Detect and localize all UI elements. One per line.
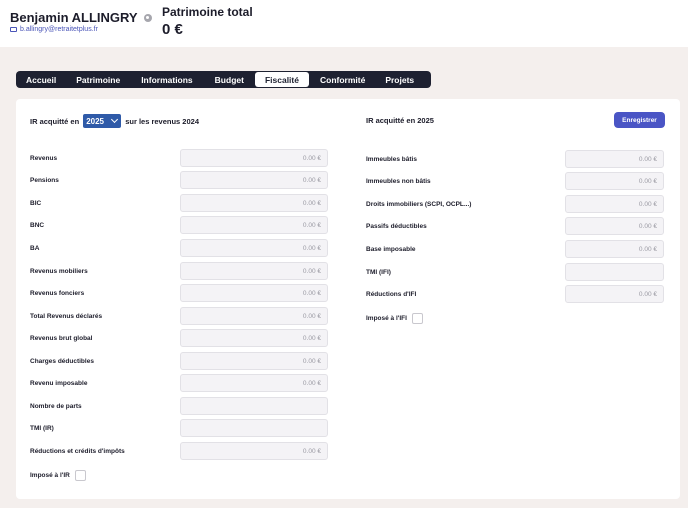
ir-title-suffix: sur les revenus 2024	[125, 116, 199, 126]
ifi-field-row: Immeubles non bâtis	[366, 172, 666, 190]
tab-informations[interactable]: Informations	[131, 72, 203, 87]
ifi-field-label: Réductions d'IFI	[366, 290, 417, 298]
ifi-field-row: Passifs déductibles	[366, 217, 666, 235]
tab-budget[interactable]: Budget	[204, 72, 255, 87]
ir-field-label: Revenus	[30, 154, 58, 162]
reductions-ifi-input[interactable]	[565, 285, 664, 303]
impose-ir-row: Imposé à l'IR	[30, 469, 86, 481]
gear-icon[interactable]	[143, 13, 152, 22]
client-email-text[interactable]: b.allingry@retraitetplus.fr	[20, 26, 98, 33]
bic-input[interactable]	[180, 194, 328, 212]
ifi-field-label: TMI (IFI)	[366, 268, 391, 276]
ifi-field-row: Droits immobiliers (SCPI, OCPL...)	[366, 195, 666, 213]
main-tabs: Accueil Patrimoine Informations Budget F…	[16, 71, 431, 88]
client-email[interactable]: b.allingry@retraitetplus.fr	[10, 26, 98, 33]
tmi-ifi-input[interactable]	[565, 263, 664, 281]
client-name: Benjamin ALLINGRY	[10, 10, 152, 25]
base-imposable-input[interactable]	[565, 240, 664, 258]
impose-ifi-row: Imposé à l'IFI	[366, 312, 423, 324]
tab-fiscalite[interactable]: Fiscalité	[254, 72, 309, 87]
ir-field-row: BA	[30, 239, 330, 257]
ir-field-label: BNC	[30, 221, 45, 229]
impose-ir-checkbox[interactable]	[74, 469, 86, 481]
ir-field-label: Nombre de parts	[30, 402, 82, 410]
ifi-field-label: Base imposable	[366, 245, 416, 253]
ir-title-prefix: IR acquitté en	[30, 116, 80, 126]
ir-section-title: IR acquitté en 2025 sur les revenus 2024	[30, 114, 199, 128]
ir-field-label: Pensions	[30, 176, 59, 184]
droits-immobiliers-input[interactable]	[565, 195, 664, 213]
revenus-mobiliers-input[interactable]	[180, 262, 328, 280]
ir-field-label: BIC	[30, 199, 42, 207]
ir-field-row: Total Revenus déclarés	[30, 307, 330, 325]
client-name-text: Benjamin ALLINGRY	[10, 10, 138, 25]
passifs-deductibles-input[interactable]	[565, 217, 664, 235]
nombre-parts-input[interactable]	[180, 397, 328, 415]
ir-field-row: Revenus fonciers	[30, 284, 330, 302]
ir-field-row: Réductions et crédits d'impôts	[30, 442, 330, 460]
save-button[interactable]: Enregistrer	[614, 112, 665, 128]
bnc-input[interactable]	[180, 216, 328, 234]
total-revenus-input[interactable]	[180, 307, 328, 325]
ir-field-label: Total Revenus déclarés	[30, 312, 103, 320]
ir-field-label: Revenus mobiliers	[30, 267, 88, 275]
ir-field-row: Pensions	[30, 171, 330, 189]
ir-field-row: Charges déductibles	[30, 352, 330, 370]
impose-ifi-checkbox[interactable]	[411, 312, 423, 324]
ir-field-row: Nombre de parts	[30, 397, 330, 415]
immeubles-non-batis-input[interactable]	[565, 172, 664, 190]
revenu-imposable-input[interactable]	[180, 374, 328, 392]
tab-patrimoine[interactable]: Patrimoine	[65, 72, 131, 87]
chevron-down-icon	[111, 115, 119, 124]
revenus-brut-input[interactable]	[180, 329, 328, 347]
ifi-section-title: IR acquitté en 2025	[366, 116, 434, 125]
ir-field-row: BNC	[30, 216, 330, 234]
immeubles-batis-input[interactable]	[565, 150, 664, 168]
ir-field-label: Revenus brut global	[30, 334, 93, 342]
ir-field-row: Revenus mobiliers	[30, 262, 330, 280]
ir-field-label: Revenus fonciers	[30, 289, 85, 297]
ifi-field-label: Immeubles non bâtis	[366, 177, 431, 185]
ir-field-row: Revenu imposable	[30, 374, 330, 392]
ir-field-label: Réductions et crédits d'impôts	[30, 447, 125, 455]
patrimoine-value: 0 €	[162, 21, 183, 38]
ifi-field-label: Immeubles bâtis	[366, 155, 417, 163]
impose-ifi-label: Imposé à l'IFI	[366, 314, 407, 322]
ir-field-label: Revenu imposable	[30, 379, 88, 387]
client-header: Benjamin ALLINGRY b.allingry@retraitetpl…	[0, 0, 688, 47]
year-select[interactable]: 2025	[83, 114, 122, 128]
ba-input[interactable]	[180, 239, 328, 257]
charges-deductibles-input[interactable]	[180, 352, 328, 370]
ifi-field-label: Passifs déductibles	[366, 222, 427, 230]
ifi-field-row: Immeubles bâtis	[366, 150, 666, 168]
ir-field-row: TMI (IR)	[30, 419, 330, 437]
ir-field-label: BA	[30, 244, 40, 252]
revenus-fonciers-input[interactable]	[180, 284, 328, 302]
ifi-field-label: Droits immobiliers (SCPI, OCPL...)	[366, 200, 472, 208]
tab-accueil[interactable]: Accueil	[17, 72, 65, 87]
patrimoine-label: Patrimoine total	[162, 5, 253, 19]
revenus-input[interactable]	[180, 149, 328, 167]
tmi-ir-input[interactable]	[180, 419, 328, 437]
ir-field-row: Revenus brut global	[30, 329, 330, 347]
impose-ir-label: Imposé à l'IR	[30, 471, 70, 479]
year-select-value: 2025	[86, 116, 104, 126]
reductions-credits-input[interactable]	[180, 442, 328, 460]
tab-projets[interactable]: Projets	[375, 72, 423, 87]
mail-icon	[10, 27, 17, 32]
ir-field-row: Revenus	[30, 149, 330, 167]
fiscalite-card: IR acquitté en 2025 sur les revenus 2024…	[16, 99, 680, 499]
ir-field-label: Charges déductibles	[30, 357, 94, 365]
ifi-field-row: Base imposable	[366, 240, 666, 258]
tab-conformite[interactable]: Conformité	[309, 72, 375, 87]
ir-field-row: BIC	[30, 194, 330, 212]
ifi-field-row: TMI (IFI)	[366, 263, 666, 281]
ir-field-label: TMI (IR)	[30, 424, 54, 432]
pensions-input[interactable]	[180, 171, 328, 189]
ifi-field-row: Réductions d'IFI	[366, 285, 666, 303]
